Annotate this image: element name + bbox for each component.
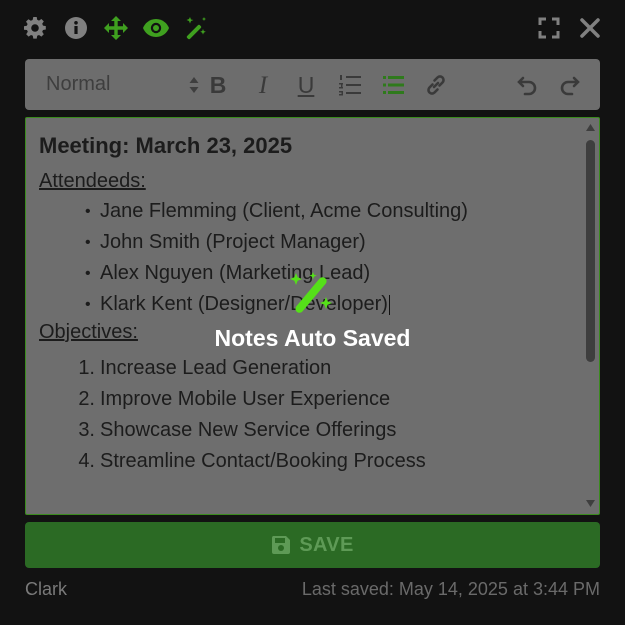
attendees-heading: Attendeeds:	[39, 170, 146, 192]
info-icon[interactable]	[62, 14, 90, 42]
bullet-list-icon	[383, 76, 404, 94]
magic-wand-icon	[290, 272, 332, 313]
list-item: 2. Improve Mobile User Experience	[78, 388, 391, 410]
underline-button[interactable]: U	[293, 71, 319, 99]
underline-label: U	[297, 71, 315, 98]
list-item: Jane Flemming (Client, Acme Consulting)	[85, 196, 579, 227]
select-arrows-icon	[188, 75, 200, 101]
list-item: 3. Showcase New Service Offerings	[78, 419, 397, 441]
ordered-list-icon	[339, 75, 361, 96]
format-select[interactable]: Normal	[35, 68, 205, 101]
bullet-list-button[interactable]	[380, 71, 406, 99]
fullscreen-icon[interactable]	[535, 14, 563, 42]
close-icon[interactable]	[576, 14, 604, 42]
user-name: Clark	[25, 579, 68, 599]
autosave-label: Notes Auto Saved	[214, 325, 411, 351]
undo-button[interactable]	[513, 71, 539, 99]
save-button[interactable]: SAVE	[25, 522, 600, 568]
floppy-disk-icon	[272, 536, 291, 554]
gear-icon[interactable]	[21, 14, 49, 42]
list-item: 1. Increase Lead Generation	[78, 357, 332, 379]
editor-scrollbar[interactable]	[581, 118, 599, 514]
ordered-list-button[interactable]	[337, 71, 363, 99]
autosave-toast: Notes Auto Saved	[200, 270, 425, 355]
redo-button[interactable]	[558, 71, 584, 99]
list-item: 4. Streamline Contact/Booking Process	[78, 450, 426, 472]
scroll-down-icon	[586, 500, 595, 507]
objectives-list: 1. Increase Lead Generation 2. Improve Mob…	[39, 353, 579, 477]
list-item: John Smith (Project Manager)	[85, 227, 579, 258]
last-saved-text: Last saved: May 14, 2025 at 3:44 PM	[301, 579, 600, 599]
move-icon[interactable]	[102, 14, 130, 42]
format-select-value: Normal	[46, 73, 111, 95]
link-button[interactable]	[423, 71, 449, 99]
meeting-title: Meeting: March 23, 2025	[39, 133, 293, 158]
undo-icon	[517, 76, 537, 96]
editor-toolbar: Normal B I U	[25, 59, 600, 110]
redo-icon	[560, 76, 580, 96]
magic-wand-icon[interactable]	[182, 14, 210, 42]
italic-button[interactable]: I	[250, 71, 276, 99]
save-label: SAVE	[299, 533, 354, 556]
top-icon-bar	[0, 0, 625, 58]
italic-label: I	[258, 71, 268, 99]
scroll-up-icon	[586, 124, 595, 131]
eye-icon[interactable]	[142, 14, 170, 42]
bold-button[interactable]: B	[205, 71, 231, 99]
scrollbar-thumb[interactable]	[586, 140, 595, 362]
link-icon	[427, 75, 445, 95]
bold-label: B	[209, 71, 227, 98]
